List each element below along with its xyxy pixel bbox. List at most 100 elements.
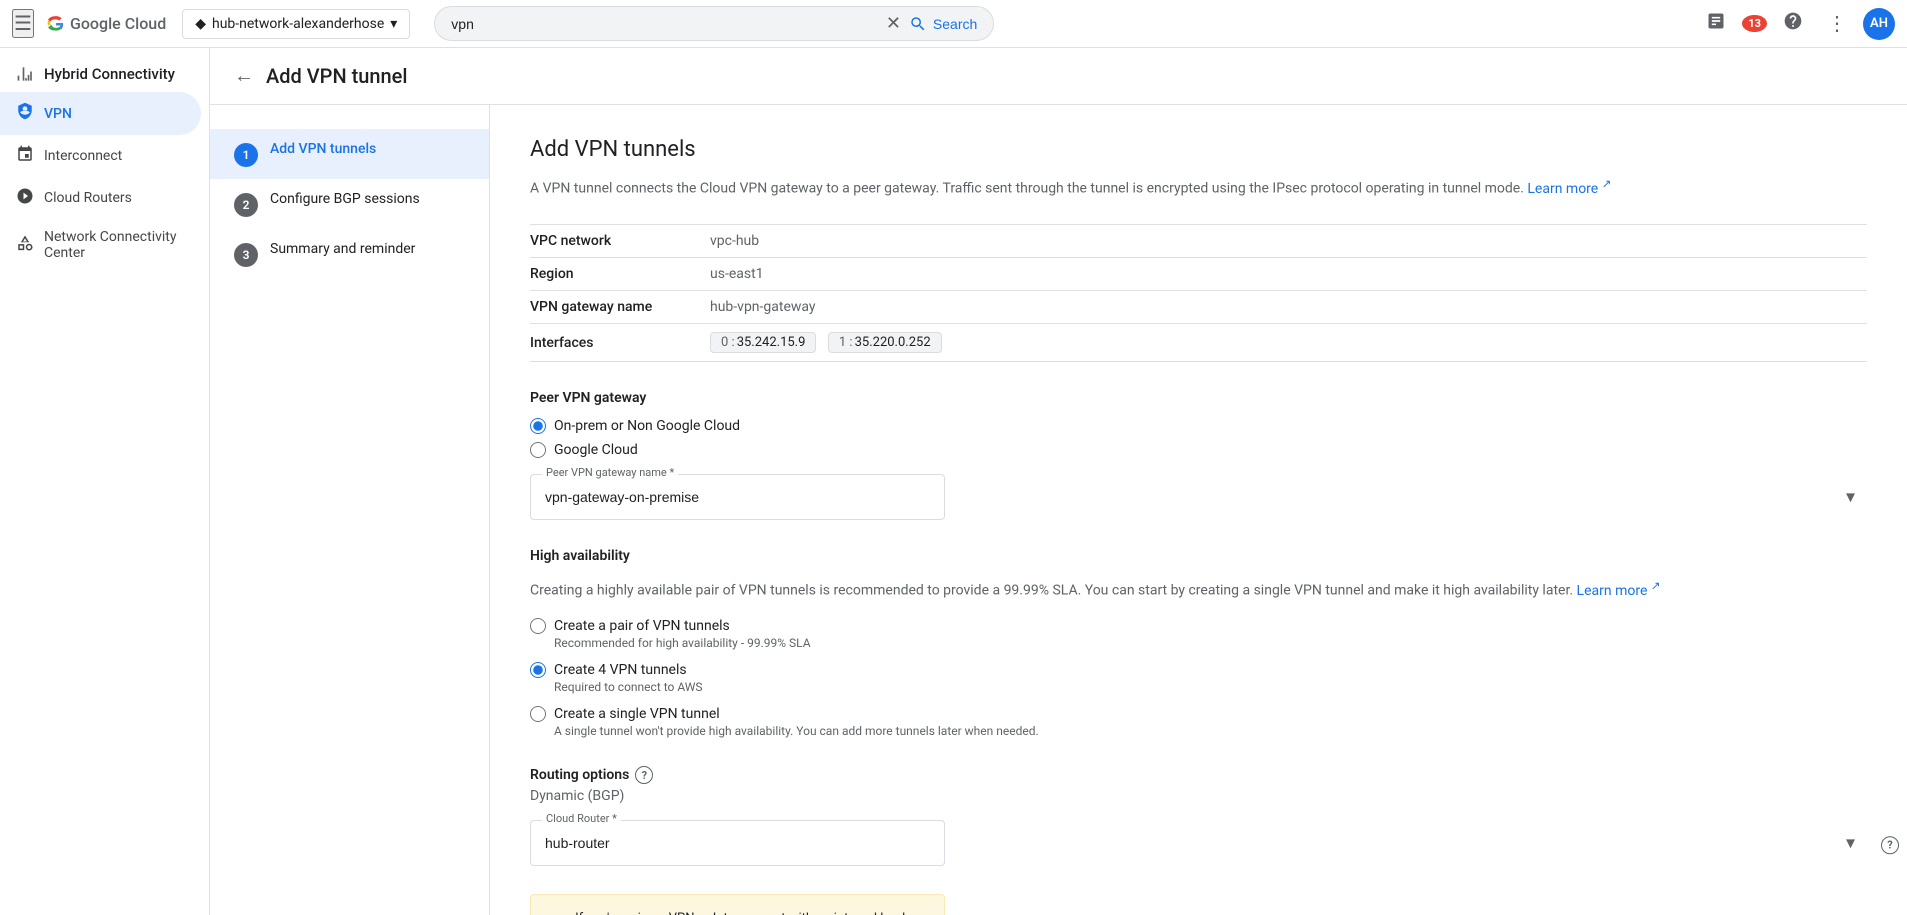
routing-title: Routing options: [530, 767, 629, 783]
stepper: 1 Add VPN tunnels 2 Configure BGP sessio…: [210, 105, 490, 915]
peer-gateway-name-field-wrapper: Peer VPN gateway name vpn-gateway-on-pre…: [530, 474, 1867, 520]
step-3-label: Summary and reminder: [270, 241, 415, 257]
cloud-routers-icon: [16, 187, 34, 209]
search-icon: [909, 15, 927, 33]
info-row-vpc: VPC network vpc-hub: [530, 224, 1867, 258]
routing-value: Dynamic (BGP): [530, 788, 1867, 804]
radio-google-cloud-label: Google Cloud: [554, 442, 638, 458]
radio-google-cloud[interactable]: Google Cloud: [530, 442, 1867, 458]
project-selector[interactable]: ◆ hub-network-alexanderhose ▾: [182, 9, 410, 39]
cloud-router-label: Cloud Router: [542, 812, 621, 825]
interface-idx-1: 1 :: [839, 335, 853, 350]
topbar: ☰ Google Cloud ◆ hub-network-alexanderho…: [0, 0, 1907, 48]
vpn-icon: [16, 102, 34, 125]
high-availability-section: High availability Creating a highly avai…: [530, 548, 1867, 738]
notification-count[interactable]: 13: [1742, 15, 1767, 32]
interface-ip-0: 35.242.15.9: [737, 335, 806, 350]
project-icon: ◆: [195, 16, 206, 32]
sidebar-item-label-ncc: Network Connectivity Center: [44, 229, 185, 261]
interfaces-label: Interfaces: [530, 335, 710, 351]
ha-option-four: Create 4 VPN tunnels Required to connect…: [530, 662, 1867, 694]
radio-on-prem-input[interactable]: [530, 418, 546, 434]
sidebar-title: Hybrid Connectivity: [44, 65, 175, 83]
ha-option-four-input[interactable]: [530, 662, 546, 678]
search-input[interactable]: [451, 16, 886, 32]
ha-option-pair-input[interactable]: [530, 618, 546, 634]
ha-option-four-label: Create 4 VPN tunnels: [554, 662, 687, 678]
sidebar-item-label-interconnect: Interconnect: [44, 148, 122, 164]
google-logo-icon: [46, 14, 66, 34]
sidebar-item-vpn[interactable]: VPN: [0, 92, 201, 135]
project-name: hub-network-alexanderhose: [212, 16, 384, 32]
back-button[interactable]: ←: [234, 65, 254, 88]
help-icon: [1783, 11, 1803, 31]
warning-banner: ⚠ If you're using a VPN or Interconnect …: [530, 894, 945, 915]
sidebar-item-ncc[interactable]: Network Connectivity Center: [0, 219, 201, 271]
warning-text: If you're using a VPN or Interconnect wi…: [575, 909, 928, 915]
peer-vpn-gateway-radio-group: On-prem or Non Google Cloud Google Cloud: [530, 418, 1867, 458]
interface-ip-1: 35.220.0.252: [855, 335, 931, 350]
search-label: Search: [933, 16, 977, 32]
avatar[interactable]: AH: [1863, 8, 1895, 40]
page-title: Add VPN tunnel: [266, 64, 407, 88]
ha-option-single: Create a single VPN tunnel A single tunn…: [530, 706, 1867, 738]
ha-option-pair-sublabel: Recommended for high availability - 99.9…: [554, 636, 1867, 650]
step-3-circle: 3: [234, 243, 258, 267]
ha-option-single-input[interactable]: [530, 706, 546, 722]
routing-section: Routing options ? Dynamic (BGP) Cloud Ro…: [530, 766, 1867, 866]
help-button[interactable]: [1775, 3, 1811, 45]
peer-vpn-gateway-section: Peer VPN gateway On-prem or Non Google C…: [530, 390, 1867, 520]
peer-vpn-gateway-title: Peer VPN gateway: [530, 390, 1867, 406]
interconnect-icon: [16, 145, 34, 167]
step-1[interactable]: 1 Add VPN tunnels: [210, 129, 489, 179]
interfaces-value: 0 : 35.242.15.9 1 : 35.220.0.252: [710, 332, 950, 353]
sidebar: Hybrid Connectivity VPN Interconnect Clo…: [0, 48, 210, 915]
ha-learn-more-link[interactable]: Learn more ↗: [1577, 583, 1661, 599]
google-cloud-logo: Google Cloud: [46, 14, 166, 34]
info-row-region: Region us-east1: [530, 258, 1867, 291]
interface-badge-1: 1 : 35.220.0.252: [828, 332, 942, 353]
warning-icon: ⚠: [547, 910, 563, 915]
radio-google-cloud-input[interactable]: [530, 442, 546, 458]
vpn-gateway-name-value: hub-vpn-gateway: [710, 299, 816, 315]
cloud-router-help-icon[interactable]: ?: [1881, 832, 1899, 854]
cloud-router-select[interactable]: hub-router: [530, 820, 945, 866]
step-2[interactable]: 2 Configure BGP sessions: [210, 179, 489, 229]
radio-on-prem-label: On-prem or Non Google Cloud: [554, 418, 740, 434]
interface-badge-0: 0 : 35.242.15.9: [710, 332, 816, 353]
learn-more-link[interactable]: Learn more ↗: [1527, 181, 1611, 197]
info-row-vpn-gateway: VPN gateway name hub-vpn-gateway: [530, 291, 1867, 324]
step-1-circle: 1: [234, 143, 258, 167]
clear-icon[interactable]: ✕: [886, 13, 901, 34]
ha-option-pair-label: Create a pair of VPN tunnels: [554, 618, 730, 634]
ha-option-four-sublabel: Required to connect to AWS: [554, 680, 1867, 694]
more-button[interactable]: ⋮: [1819, 3, 1855, 44]
menu-icon[interactable]: ☰: [12, 9, 34, 38]
interface-idx-0: 0 :: [721, 335, 735, 350]
step-2-label: Configure BGP sessions: [270, 191, 420, 207]
sidebar-item-interconnect[interactable]: Interconnect: [0, 135, 201, 177]
routing-help-icon[interactable]: ?: [635, 766, 653, 784]
sidebar-header: Hybrid Connectivity: [0, 48, 209, 92]
region-label: Region: [530, 266, 710, 282]
cloud-router-field-wrapper: Cloud Router hub-router ▾ ?: [530, 820, 1867, 866]
info-row-interfaces: Interfaces 0 : 35.242.15.9 1 : 35.220.0.…: [530, 324, 1867, 362]
main-content: ← Add VPN tunnel 1 Add VPN tunnels 2 Con…: [210, 48, 1907, 915]
ha-option-pair: Create a pair of VPN tunnels Recommended…: [530, 618, 1867, 650]
radio-on-prem[interactable]: On-prem or Non Google Cloud: [530, 418, 1867, 434]
chevron-down-icon: ▾: [390, 16, 397, 32]
peer-gateway-name-select[interactable]: vpn-gateway-on-premise: [530, 474, 945, 520]
sidebar-item-cloud-routers[interactable]: Cloud Routers: [0, 177, 201, 219]
step-3[interactable]: 3 Summary and reminder: [210, 229, 489, 279]
search-button[interactable]: Search: [909, 15, 977, 33]
support-console-icon: [1706, 11, 1726, 31]
support-console-button[interactable]: [1698, 3, 1734, 45]
cloud-text: Google Cloud: [70, 14, 166, 33]
vpc-network-value: vpc-hub: [710, 233, 759, 249]
select-arrow-icon: ▾: [1846, 487, 1855, 508]
form-area: Add VPN tunnels A VPN tunnel connects th…: [490, 105, 1907, 915]
vpc-network-label: VPC network: [530, 233, 710, 249]
notification-badge[interactable]: 13: [1742, 15, 1767, 32]
vpn-gateway-name-label: VPN gateway name: [530, 299, 710, 315]
step-1-label: Add VPN tunnels: [270, 141, 376, 157]
